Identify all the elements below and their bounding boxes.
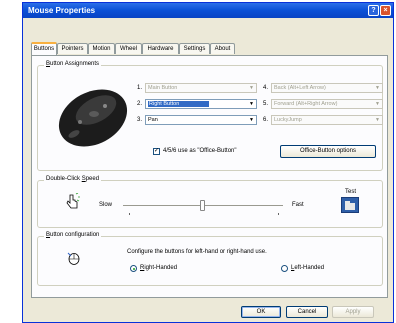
slider-tick-min [129,213,130,215]
chevron-down-icon: ▼ [375,101,380,107]
slow-label: Slow [99,202,113,208]
tab-wheel[interactable]: Wheel [115,43,142,54]
button-configuration-title: Button configuration [44,232,102,238]
button-1-number: 1. [137,85,143,91]
test-label: Test [345,189,357,195]
button-3-number: 3. [137,117,143,123]
apply-button[interactable]: Apply [332,306,374,318]
tab-hardware[interactable]: Hardware [142,43,179,54]
tab-settings[interactable]: Settings [179,43,210,54]
button-2-select[interactable]: Right Button ▼ [145,99,257,109]
button-config-description: Configure the buttons for left-hand or r… [127,249,267,255]
mouse-properties-dialog: Mouse Properties ? × Buttons Pointers Mo… [22,2,394,323]
office-button-options-button[interactable]: Office-Button options [280,145,376,158]
office-button-checkbox[interactable]: ✓ [153,148,160,155]
button-configuration-group: Button configuration Configure the butto… [37,232,383,286]
buttons-tab-panel: Button Assignments 1. Main Button ▼ 2. Ri… [31,55,388,298]
double-click-speed-title: Double-Click Speed [44,176,102,182]
button-5-number: 5. [263,101,269,107]
left-handed-radio[interactable] [281,265,288,272]
fast-label: Fast [292,202,304,208]
folder-test-icon [345,201,355,210]
window-title: Mouse Properties [28,6,96,15]
slider-tick-max [278,213,279,215]
mouse-image [58,89,128,147]
hand-pointer-icon [66,193,80,209]
right-handed-radio[interactable] [130,265,137,272]
button-6-select[interactable]: LuckyJump ▼ [271,115,383,125]
tab-buttons[interactable]: Buttons [31,42,57,55]
chevron-down-icon: ▼ [249,85,254,91]
chevron-down-icon: ▼ [375,117,380,123]
ok-button[interactable]: OK [241,306,281,318]
button-4-number: 4. [263,85,269,91]
right-handed-label: Right-Handed [140,265,178,271]
cancel-button[interactable]: Cancel [286,306,328,318]
tab-motion[interactable]: Motion [88,43,115,54]
chevron-down-icon: ▼ [249,117,254,123]
help-button[interactable]: ? [368,5,379,16]
chevron-down-icon: ▼ [375,85,380,91]
title-bar[interactable]: Mouse Properties ? × [23,3,393,18]
button-3-select[interactable]: Pan ▼ [145,115,257,125]
speed-slider-thumb[interactable] [200,200,205,211]
chevron-down-icon: ▼ [249,101,254,107]
button-2-number: 2. [137,101,143,107]
button-1-select[interactable]: Main Button ▼ [145,83,257,93]
close-button[interactable]: × [380,5,391,16]
button-assignments-group: Button Assignments 1. Main Button ▼ 2. Ri… [37,61,383,171]
left-handed-label: Left-Handed [291,265,325,271]
tab-about[interactable]: About [210,43,235,54]
button-4-select[interactable]: Back (Alt+Left Arrow) ▼ [271,83,383,93]
test-area[interactable] [341,197,359,213]
mouse-config-icon [67,252,80,265]
button-5-select[interactable]: Forward (Alt+Right Arrow) ▼ [271,99,383,109]
tab-pointers[interactable]: Pointers [57,43,88,54]
double-click-speed-group: Double-Click Speed Slow Fast Test [37,176,383,228]
office-button-checkbox-label: 4/5/6 use as "Office-Button" [163,148,237,154]
button-6-number: 6. [263,117,269,123]
button-assignments-title: Button Assignments [44,61,102,67]
